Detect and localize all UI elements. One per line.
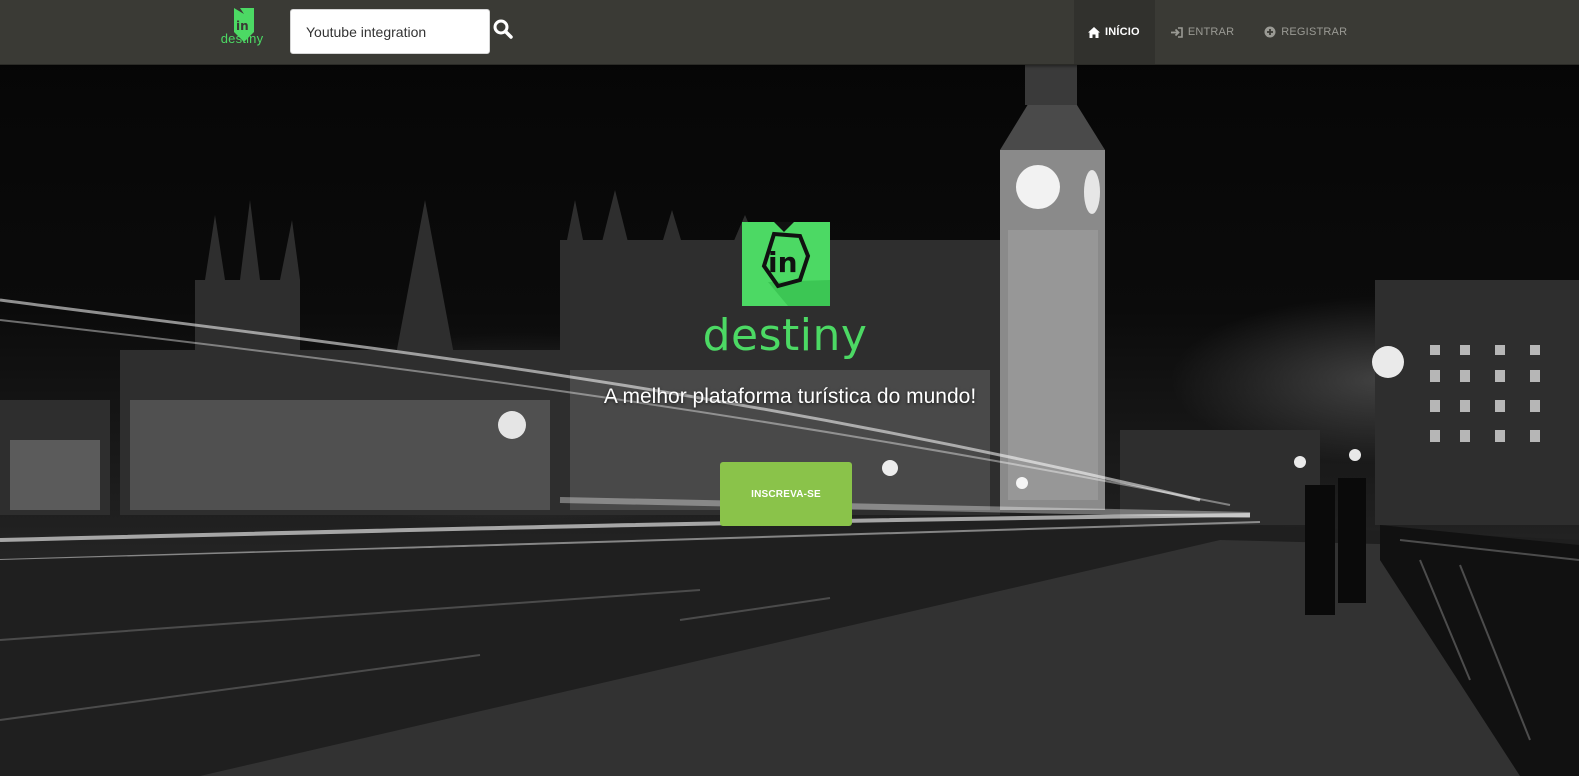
nav-item-registrar[interactable]: REGISTRAR [1248, 0, 1361, 64]
navbar-menu: INÍCIO ENTRAR REGISTRAR [1074, 0, 1361, 64]
top-navbar: in destiny INÍCIO ENTRAR [0, 0, 1579, 65]
nav-item-label: ENTRAR [1187, 26, 1235, 38]
plus-circle-icon [1264, 26, 1276, 38]
hero-tagline: A melhor plataforma turística do mundo! [603, 385, 977, 408]
destiny-brand-logo-icon: in [742, 222, 830, 306]
sign-in-icon [1170, 26, 1183, 38]
search-input[interactable] [290, 9, 490, 54]
navbar-logo-text[interactable]: destiny [220, 31, 264, 46]
nav-item-label: INÍCIO [1105, 26, 1140, 38]
nav-item-inicio[interactable]: INÍCIO [1074, 0, 1155, 64]
subscribe-button[interactable]: INSCREVA-SE [720, 462, 852, 526]
hero-logo-text: destiny [702, 310, 868, 361]
nav-item-label: REGISTRAR [1281, 26, 1348, 38]
svg-text:in: in [768, 246, 798, 279]
search-icon[interactable] [492, 18, 514, 40]
home-icon [1088, 26, 1100, 38]
nav-item-entrar[interactable]: ENTRAR [1155, 0, 1248, 64]
